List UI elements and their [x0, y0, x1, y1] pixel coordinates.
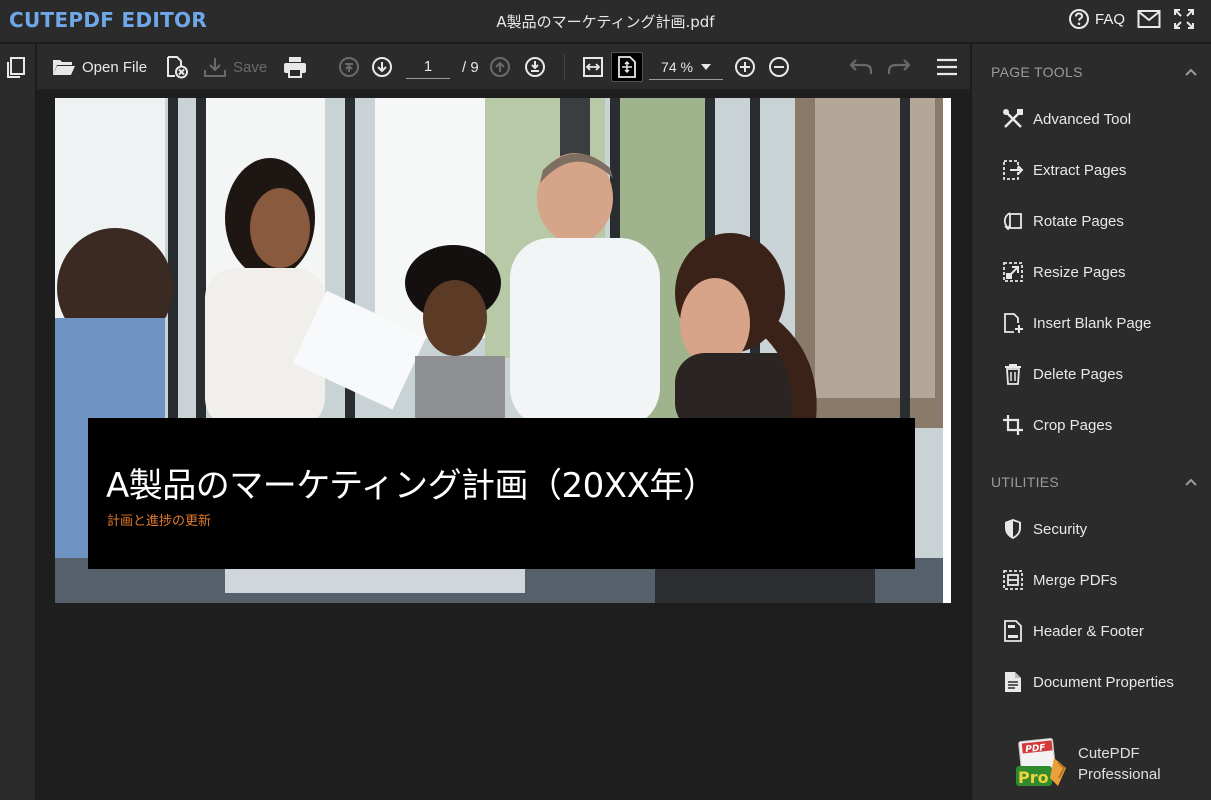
close-file-icon	[167, 56, 188, 79]
menu-button[interactable]	[936, 44, 958, 90]
save-label: Save	[233, 58, 268, 76]
extract-pages-label: Extract Pages	[1033, 161, 1127, 179]
insert-blank-page-label: Insert Blank Page	[1033, 314, 1152, 332]
previous-page-button[interactable]	[489, 44, 511, 90]
rotate-icon	[1003, 212, 1022, 231]
advanced-tool-label: Advanced Tool	[1033, 110, 1132, 128]
crop-pages-label: Crop Pages	[1033, 416, 1113, 434]
print-button[interactable]	[283, 44, 307, 90]
fit-page-icon	[618, 56, 636, 78]
download-icon	[204, 58, 226, 77]
resize-icon	[1003, 262, 1023, 282]
extract-icon	[1003, 160, 1024, 180]
save-button[interactable]: Save	[203, 44, 267, 90]
cutepdf-pro-logo: PDF Pro	[1016, 738, 1066, 787]
arrow-down-circle-icon	[372, 57, 392, 77]
zoom-out-icon	[769, 57, 789, 77]
fullscreen-icon[interactable]	[1173, 8, 1195, 30]
fit-page-button[interactable]	[611, 52, 643, 82]
advanced-tool-item[interactable]: Advanced Tool	[1002, 108, 1131, 130]
title-banner: A製品のマーケティング計画（20XX年） 計画と進捗の更新	[88, 418, 915, 569]
zoom-out-button[interactable]	[768, 44, 790, 90]
title-bar: CUTEPDF EDITOR A製品のマーケティング計画.pdf FAQ	[0, 0, 1211, 43]
close-file-button[interactable]	[165, 44, 189, 90]
page-tools-heading: PAGE TOOLS	[991, 64, 1083, 80]
cutepdf-professional-promo[interactable]: PDF Pro CutePDF Professional	[1014, 738, 1161, 790]
document-viewer[interactable]: A製品のマーケティング計画（20XX年） 計画と進捗の更新	[37, 90, 970, 800]
folder-icon	[53, 60, 75, 75]
printer-icon	[284, 57, 306, 78]
security-label: Security	[1033, 520, 1088, 538]
zoom-select[interactable]: 74 %	[649, 54, 723, 80]
toolbar-divider	[564, 54, 565, 80]
security-item[interactable]: Security	[1002, 518, 1087, 540]
redo-icon	[887, 59, 911, 74]
rotate-pages-item[interactable]: Rotate Pages	[1002, 210, 1124, 232]
undo-button[interactable]	[848, 44, 874, 90]
arrow-up-circle-icon	[490, 57, 510, 77]
caret-down-icon	[700, 63, 711, 70]
zoom-in-icon	[735, 57, 755, 77]
undo-icon	[849, 59, 873, 74]
crop-pages-item[interactable]: Crop Pages	[1002, 414, 1112, 436]
fit-width-icon	[583, 57, 603, 77]
total-pages: / 9	[462, 58, 479, 76]
merge-pdfs-item[interactable]: Merge PDFs	[1002, 569, 1117, 591]
merge-pdfs-label: Merge PDFs	[1033, 571, 1118, 589]
trash-icon	[1005, 364, 1021, 385]
resize-pages-item[interactable]: Resize Pages	[1002, 261, 1126, 283]
pdf-page: A製品のマーケティング計画（20XX年） 計画と進捗の更新	[55, 98, 951, 603]
main-toolbar: Open File Save / 9 74 %	[37, 44, 970, 90]
document-heading: A製品のマーケティング計画（20XX年）	[106, 466, 717, 506]
chevron-up-icon[interactable]	[1185, 478, 1197, 486]
last-page-button[interactable]	[524, 44, 546, 90]
open-file-button[interactable]: Open File	[52, 44, 147, 90]
right-tools-panel: PAGE TOOLS Advanced Tool Extract Pages R…	[971, 44, 1211, 800]
page-thumbnails-icon[interactable]	[5, 56, 27, 80]
document-properties-item[interactable]: Document Properties	[1002, 671, 1174, 693]
page-number-input[interactable]	[406, 55, 450, 79]
mail-icon[interactable]	[1137, 9, 1161, 29]
first-page-icon	[339, 57, 359, 77]
left-sidebar-strip	[0, 44, 36, 800]
crop-icon	[1003, 415, 1023, 435]
header-footer-icon	[1004, 620, 1022, 642]
header-footer-label: Header & Footer	[1033, 622, 1144, 640]
header-footer-item[interactable]: Header & Footer	[1002, 620, 1144, 642]
faq-label: FAQ	[1094, 10, 1125, 28]
zoom-in-button[interactable]	[734, 44, 756, 90]
merge-icon	[1003, 570, 1023, 590]
hamburger-menu-icon	[937, 58, 957, 76]
promo-line-1: CutePDF	[1078, 745, 1140, 762]
zoom-value: 74 %	[661, 58, 693, 75]
faq-button[interactable]: FAQ	[1068, 8, 1125, 30]
help-icon	[1068, 9, 1089, 29]
extract-pages-item[interactable]: Extract Pages	[1002, 159, 1126, 181]
last-page-icon	[525, 57, 545, 77]
document-icon	[1005, 672, 1021, 692]
tools-icon	[1003, 109, 1023, 128]
utilities-heading: UTILITIES	[991, 474, 1060, 490]
insert-page-icon	[1004, 313, 1023, 333]
redo-button[interactable]	[886, 44, 912, 90]
rotate-pages-label: Rotate Pages	[1033, 212, 1124, 230]
shield-icon	[1005, 519, 1021, 539]
first-page-button[interactable]	[338, 44, 360, 90]
document-title: A製品のマーケティング計画.pdf	[496, 13, 715, 31]
document-properties-label: Document Properties	[1033, 673, 1174, 691]
document-subheading: 計画と進捗の更新	[107, 514, 212, 529]
resize-pages-label: Resize Pages	[1033, 263, 1126, 281]
delete-pages-label: Delete Pages	[1033, 365, 1124, 383]
next-page-button[interactable]	[371, 44, 393, 90]
promo-badge-pro: Pro	[1018, 768, 1049, 787]
delete-pages-item[interactable]: Delete Pages	[1002, 363, 1123, 385]
open-file-label: Open File	[82, 58, 148, 76]
fit-width-button[interactable]	[582, 44, 604, 90]
insert-blank-page-item[interactable]: Insert Blank Page	[1002, 312, 1151, 334]
chevron-up-icon[interactable]	[1185, 68, 1197, 76]
promo-line-2: Professional	[1078, 766, 1161, 783]
page-navigation: / 9	[406, 44, 479, 90]
